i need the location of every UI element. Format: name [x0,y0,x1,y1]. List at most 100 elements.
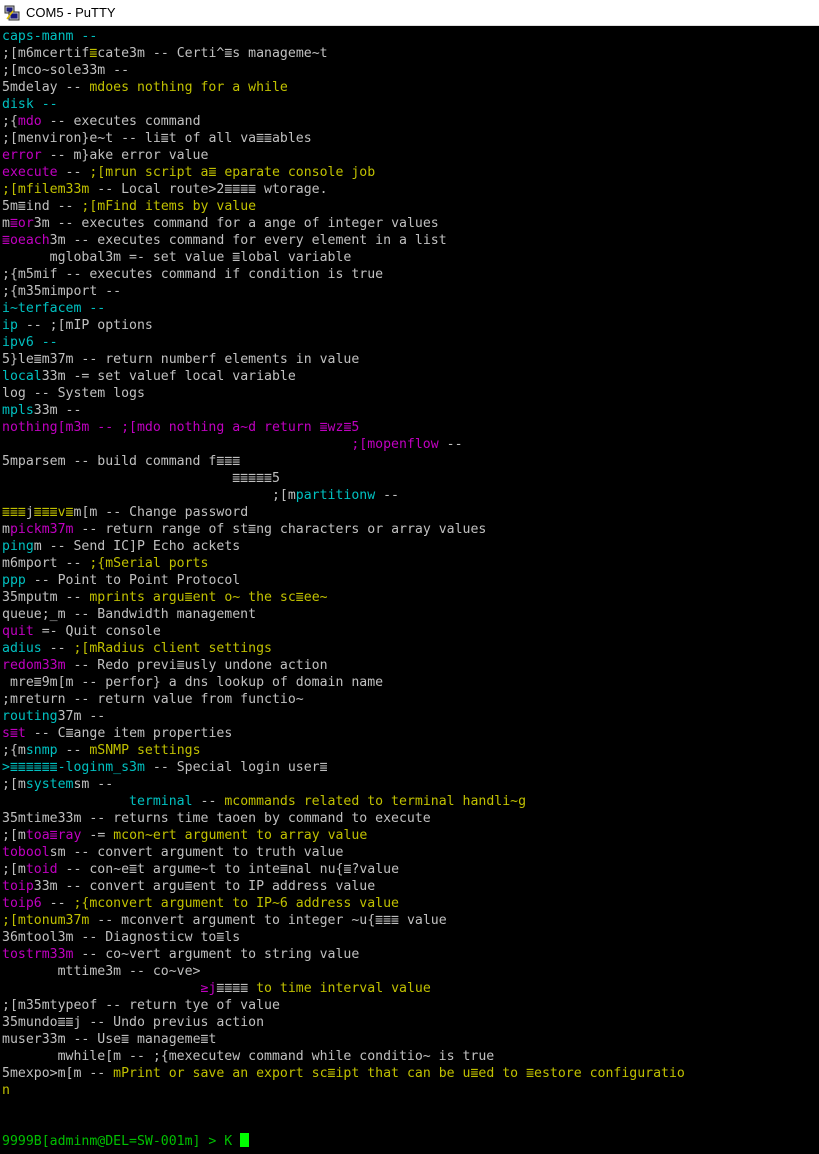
terminal-text: 3m -- executes command for a ange of int… [33,216,439,231]
terminal-line: i~terfacem -- [2,300,819,317]
terminal-text: to time interval value [248,981,431,996]
terminal-text: ;[mopenflow [2,437,439,452]
terminal-text: mre [2,675,34,690]
terminal-text: ≣ [33,675,42,690]
terminal-text: mcommands related to terminal handli~g [224,794,527,809]
terminal-text: ppp [2,573,26,588]
terminal-text: ent to IP address value [192,879,376,894]
terminal-text: m [2,216,10,231]
terminal-text: -= [81,828,114,843]
terminal-text: v≣ [57,505,74,520]
terminal-line: ;[menviron}e~t -- li≣t of all va≣≣ables [2,130,819,147]
terminal-text: mSNMP settings [89,743,201,758]
terminal-text: ;mreturn -- return value from functio~ [2,692,304,707]
terminal-text: local [2,369,42,384]
terminal-line: ipv6 -- [2,334,819,351]
terminal-text: ee~ [303,590,328,605]
terminal-text: 5mdelay -- [2,80,90,95]
terminal-output[interactable]: caps-manm -- ;[m6mcertif≣cate3m -- Certi^… [2,28,819,1154]
terminal-text: ;[mtonum37m [2,913,90,928]
terminal-text: j -- Undo previus action [73,1015,265,1030]
terminal-text: disk -- [2,97,58,112]
terminal-text: ;[mfilem33m [2,182,90,197]
terminal-text: ange item properties [73,726,233,741]
terminal-line: mglobal3m =- set value ≣lobal variable [2,249,819,266]
terminal-line: ppp -- Point to Point Protocol [2,572,819,589]
terminal-text: ≣ [295,590,304,605]
terminal-line: disk -- [2,96,819,113]
terminal-line: ≥j≣≣≣≣ to time interval value [2,980,819,997]
terminal-text: ;{mconvert argument to IP~6 address valu… [73,896,399,911]
terminal-line: ;[mfilem33m -- Local route>2≣≣≣≣ wtorage… [2,181,819,198]
terminal-line: muser33m -- Use≣ manageme≣t [2,1031,819,1048]
terminal-line: s≣t -- C≣ange item properties [2,725,819,742]
terminal-text: toa [25,828,50,843]
terminal-text: ip [2,318,18,333]
terminal-line: 35mundo≣≣j -- Undo previus action [2,1014,819,1031]
terminal-line: routing37m -- [2,708,819,725]
terminal-text: ≣ [526,1066,535,1081]
terminal-text: ;[mco~sole33m -- [2,63,130,78]
terminal-text: ≣ [17,199,26,214]
terminal-text: 35mundo [2,1015,58,1030]
terminal-text: adius [2,641,42,656]
terminal-text: ≥j [200,981,217,996]
terminal-line: nothing[m3m -- ;[mdo nothing a~d return … [2,419,819,436]
terminal-text: ;{m35mimport -- [2,284,122,299]
terminal-line: 5m≣ind -- ;[mFind items by value [2,198,819,215]
terminal-text: s [2,726,10,741]
terminal-text: ≣≣≣ [375,913,399,928]
terminal-line: ;[mtonum37m -- mconvert argument to inte… [2,912,819,929]
terminal-text: ray [57,828,82,843]
terminal-text: ;[m6mcertif [2,46,90,61]
terminal-line: ;[m35mtypeof -- return tye of value [2,997,819,1014]
terminal-text: wtorage. [256,182,328,197]
terminal-text: ipt that can be u [335,1066,471,1081]
terminal-text: ;[mRadius client settings [73,641,272,656]
terminal-line: ≣≣≣j≣≣≣v≣m[m -- Change password [2,504,819,521]
terminal-text: -- return range of st [73,522,249,537]
terminal-line: >≣≣≣≣≣≣-loginm_s3m -- Special login user… [2,759,819,776]
terminal-line: toip33m -- convert argu≣ent to IP addres… [2,878,819,895]
terminal-text: estore configuratio [534,1066,685,1081]
terminal-line: mre≣9m[m -- perfor} a dns lookup of doma… [2,674,819,691]
terminal-line: m≣or3m -- executes command for a ange of… [2,215,819,232]
terminal-text: -- [57,165,90,180]
terminal-text: s manageme~t [232,46,328,61]
terminal-text: -- Local route>2 [89,182,225,197]
terminal-text: m -- Send IC]P Echo ackets [33,539,241,554]
title-bar: COM5 - PuTTY [0,0,819,26]
terminal-text: ipv6 -- [2,335,58,350]
terminal-text: t of all va [168,131,257,146]
terminal-text: ;[m [2,488,296,503]
cursor-block [240,1133,250,1147]
terminal-text: -- [41,896,74,911]
terminal-text: tostrm33m [2,947,74,962]
terminal-text: ping [2,539,34,554]
terminal-line: ≣oeach3m -- executes command for every e… [2,232,819,249]
terminal-text: ;[m [2,828,26,843]
terminal-line: mpickm37m -- return range of st≣ng chara… [2,521,819,538]
terminal-text: ≣ [184,879,193,894]
terminal-text: 5mparsem -- build command f [2,454,217,469]
terminal-text: ≣≣ [57,1015,74,1030]
terminal-text: 37m -- [57,709,106,724]
terminal-text: lobal variable [240,250,352,265]
terminal-line: ;[msystemsm -- [2,776,819,793]
terminal-line: 9999B[adminm@DEL=SW-001m] > K [2,1133,819,1150]
terminal-text: -- [57,743,90,758]
terminal-line: mttime3m -- co~ve> [2,963,819,980]
terminal-text: ;[m [2,862,26,877]
terminal-text: mcon~ert argument to array value [113,828,368,843]
terminal-text: mdo [17,114,42,129]
terminal-text: ≣ [121,1032,130,1047]
terminal-text: ed to [478,1066,527,1081]
terminal-line: ;[mtoa≣ray -= mcon~ert argument to array… [2,827,819,844]
terminal-line: ;mreturn -- return value from functio~ [2,691,819,708]
terminal-text: -- con~e [57,862,130,877]
terminal-text: t [208,1032,217,1047]
terminal-line: 35mtime33m -- returns time taoen by comm… [2,810,819,827]
terminal-text: ≣ [9,216,18,231]
terminal-text: error [2,148,42,163]
terminal-line: mpls33m -- [2,402,819,419]
